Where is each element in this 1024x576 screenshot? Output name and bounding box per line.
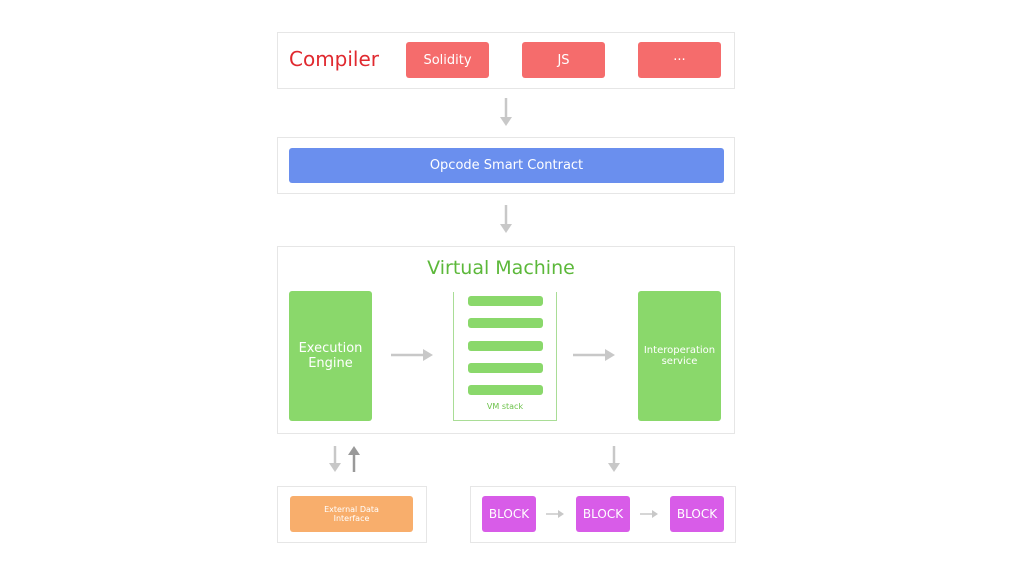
arrow-right-icon: [573, 349, 615, 361]
arrow-right-icon: [640, 510, 658, 518]
arrow-up-icon: [348, 446, 360, 472]
arrow-right-icon: [546, 510, 564, 518]
arrow-right-icon: [391, 349, 433, 361]
arrow-down-icon: [608, 446, 620, 472]
arrow-down-icon: [500, 205, 512, 233]
arrow-down-icon: [500, 98, 512, 126]
arrow-down-icon: [329, 446, 341, 472]
arrows-layer: [329, 98, 658, 518]
